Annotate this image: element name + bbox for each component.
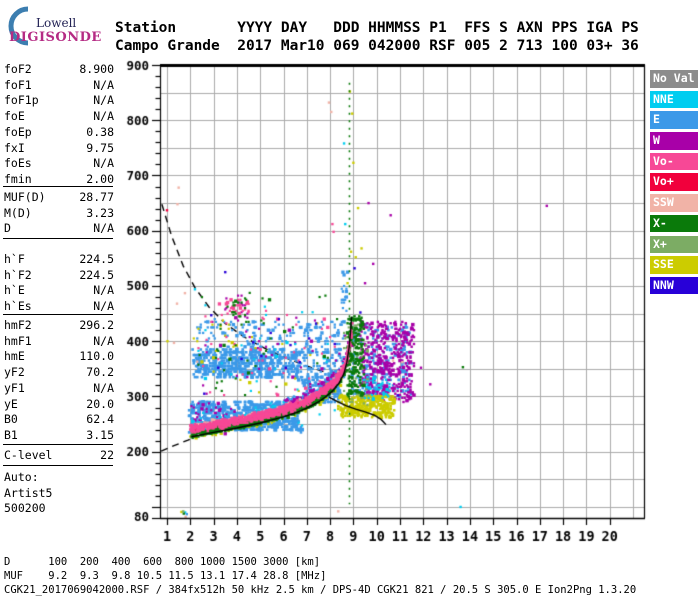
legend-item-vo+: Vo+ (650, 173, 698, 192)
footer-muf-row: MUF 9.2 9.3 9.8 10.5 11.5 13.1 17.4 28.8… (4, 570, 327, 582)
legend-item-nnw: NNW (650, 276, 698, 295)
legend-label: NNE (653, 91, 674, 106)
legend-label: X+ (653, 236, 667, 251)
legend-item-nne: NNE (650, 90, 698, 109)
legend-item-vo-: Vo- (650, 152, 698, 171)
legend-label: SSE (653, 257, 674, 272)
legend-item-noval: No Val (650, 70, 698, 88)
ionogram-chart (0, 0, 700, 600)
legend-label: SSW (653, 195, 674, 210)
legend-item-x+: X+ (650, 235, 698, 254)
legend-item-w: W (650, 132, 698, 150)
legend-label: X- (653, 215, 667, 230)
legend-label: No Val (653, 71, 695, 85)
footer-file-info: CGK21_2017069042000.RSF / 384fx512h 50 k… (4, 584, 637, 596)
legend-label: Vo+ (653, 174, 674, 189)
polarization-legend: No Val NNE E W Vo- Vo+ SSW X- X+ SSE NNW (650, 70, 698, 298)
legend-label: Vo- (653, 153, 674, 168)
legend-item-sse: SSE (650, 256, 698, 274)
legend-item-ssw: SSW (650, 194, 698, 212)
footer-distance-row: D 100 200 400 600 800 1000 1500 3000 [km… (4, 556, 321, 568)
legend-item-x-: X- (650, 214, 698, 233)
legend-item-e: E (650, 111, 698, 129)
legend-label: NNW (653, 277, 674, 292)
legend-label: E (653, 112, 660, 127)
legend-label: W (653, 133, 660, 148)
ionogram-page: Lowell DIGISONDE Station YYYY DAY DDD HH… (0, 0, 700, 600)
